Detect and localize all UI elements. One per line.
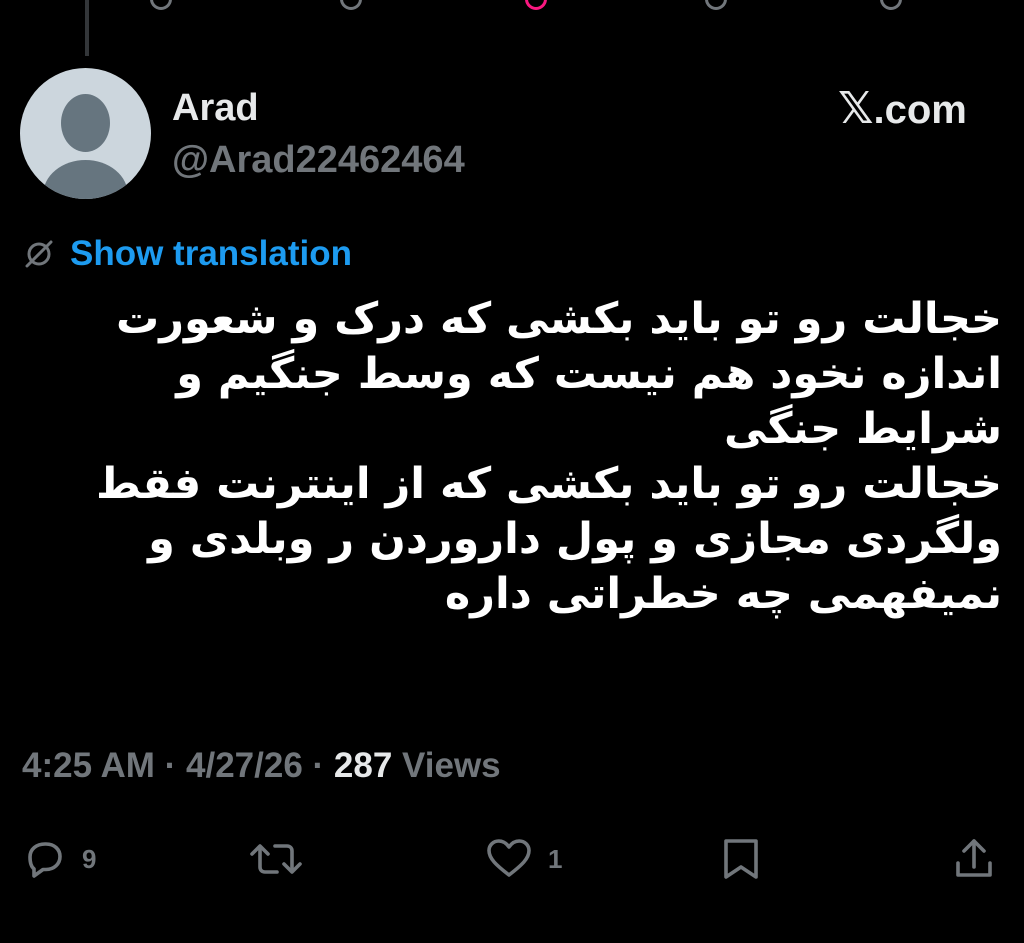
meta-separator: · <box>302 746 334 785</box>
reply-icon <box>20 835 68 883</box>
bookmark-icon <box>718 835 764 883</box>
avatar[interactable] <box>20 68 151 199</box>
x-logo-icon: 𝕏 <box>838 83 874 134</box>
tweet-text-line: ولگردی مجازی و پول داروردن ر وبلدی و <box>148 514 1002 564</box>
avatar-placeholder-body <box>43 160 128 199</box>
share-button[interactable] <box>950 832 998 886</box>
x-brand-logo: 𝕏.com <box>838 86 967 133</box>
meta-separator: · <box>154 746 187 785</box>
tweet-text-line: اندازه نخود هم نیست که وسط جنگیم و <box>176 349 1002 399</box>
thread-connector-line <box>85 0 89 56</box>
display-name[interactable]: Arad <box>172 86 259 130</box>
tweet-text-line: شرایط جنگی <box>724 404 1002 454</box>
views-label: Views <box>392 746 501 785</box>
tweet-text-line: خجالت رو تو باید بکشی که از اینترنت فقط <box>96 459 1002 509</box>
clipped-icon <box>705 0 727 10</box>
tweet-text-line: نمیفهمی چه خطراتی داره <box>444 569 1002 619</box>
tweet-date[interactable]: 4/27/26 <box>186 746 303 785</box>
show-translation-link[interactable]: Show translation <box>70 233 352 275</box>
tweet-text: خجالت رو تو باید بکشی که درک و شعورت اند… <box>22 292 1002 622</box>
like-button[interactable]: 1 <box>484 832 562 886</box>
repost-icon <box>246 835 306 883</box>
clipped-icon <box>880 0 902 10</box>
previous-tweet-actions-clipped <box>0 0 1024 14</box>
like-count: 1 <box>548 843 563 874</box>
heart-icon <box>484 835 534 883</box>
clipped-icon <box>525 0 547 10</box>
reply-button[interactable]: 9 <box>20 832 96 886</box>
tweet-time[interactable]: 4:25 AM <box>22 746 155 785</box>
clipped-icon <box>150 0 172 10</box>
clipped-icon <box>340 0 362 10</box>
reply-count: 9 <box>82 843 97 874</box>
share-icon <box>950 835 998 883</box>
tweet-meta: 4:25 AM · 4/27/26 · 287 Views <box>22 744 501 788</box>
views-count: 287 <box>333 746 393 785</box>
repost-button[interactable] <box>246 832 320 886</box>
no-translate-icon <box>22 237 56 271</box>
divider <box>0 812 1024 813</box>
show-translation-row[interactable]: Show translation <box>22 232 352 276</box>
bookmark-button[interactable] <box>718 832 764 886</box>
avatar-placeholder-head <box>61 94 110 152</box>
tweet-text-line: خجالت رو تو باید بکشی که درک و شعورت <box>116 294 1002 344</box>
brand-suffix: .com <box>873 88 967 132</box>
tweet-actions-bar: 9 1 <box>0 832 1024 886</box>
user-handle[interactable]: @Arad22462464 <box>172 138 465 182</box>
